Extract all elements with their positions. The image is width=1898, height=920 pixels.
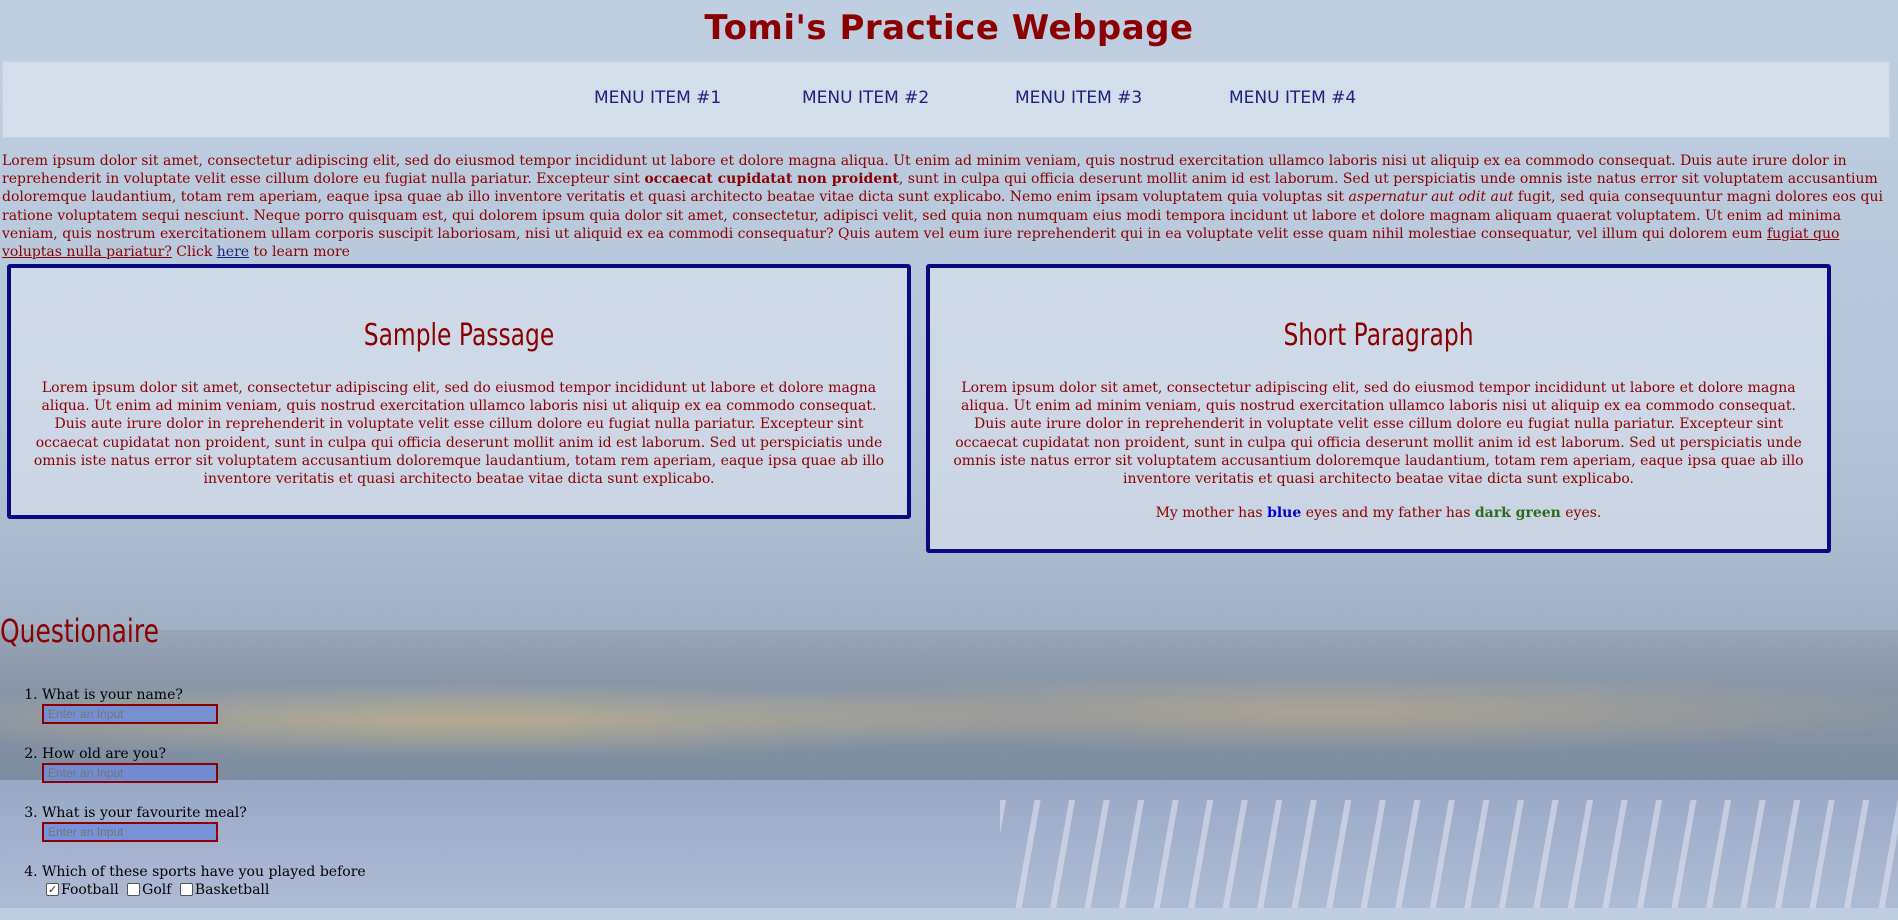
basketball-checkbox[interactable] [179,882,193,896]
basketball-label: Basketball [194,882,270,898]
eyes-mid: eyes and my father has [1301,505,1475,522]
age-input[interactable] [42,763,218,783]
question-label: What is your favourite meal? [42,805,247,821]
question-label: What is your name? [42,687,183,703]
intro-bold: occaecat cupidatat non proident [644,171,899,188]
main-menu: MENU ITEM #1 MENU ITEM #2 MENU ITEM #3 M… [2,61,1890,138]
sample-passage-text: Lorem ipsum dolor sit amet, consectetur … [33,380,885,488]
golf-checkbox[interactable] [127,882,141,896]
question-1: What is your name? [42,686,442,724]
intro-paragraph: Lorem ipsum dolor sit amet, consectetur … [2,152,1894,261]
sample-passage-title: Sample Passage [363,318,555,353]
football-checkbox[interactable] [46,881,59,899]
sample-passage-box: Sample Passage Lorem ipsum dolor sit ame… [7,264,911,519]
intro-tail: to learn more [249,244,350,261]
question-2: How old are you? [42,745,442,783]
sports-options: Football Golf Basketball [42,881,442,899]
eyes-green: dark green [1474,505,1561,522]
questionnaire-title: Questionaire [0,612,159,650]
question-3: What is your favourite meal? [42,804,442,842]
eye-colors-sentence: My mother has blue eyes and my father ha… [944,504,1813,522]
short-paragraph-box: Short Paragraph Lorem ipsum dolor sit am… [926,264,1831,553]
question-4: Which of these sports have you played be… [42,863,442,899]
learn-more-link[interactable]: here [217,244,249,260]
name-input[interactable] [42,704,218,724]
question-label: Which of these sports have you played be… [42,864,366,880]
intro-click-text: Click [171,244,217,261]
questionnaire-list: What is your name? How old are you? What… [0,686,442,920]
eyes-pre: My mother has [1155,505,1268,522]
menu-item-1[interactable]: MENU ITEM #1 [594,88,721,108]
question-label: How old are you? [42,746,167,762]
menu-item-4[interactable]: MENU ITEM #4 [1229,88,1356,108]
menu-item-3[interactable]: MENU ITEM #3 [1015,88,1142,108]
meal-input[interactable] [42,822,218,842]
football-label: Football [61,882,119,898]
short-paragraph-text: Lorem ipsum dolor sit amet, consectetur … [953,380,1804,488]
site-title: Tomi's Practice Webpage [704,8,1194,48]
background-pier [1000,800,1898,908]
intro-italic: aspernatur aut odit aut [1348,189,1514,206]
eyes-blue: blue [1267,505,1302,522]
eyes-post: eyes. [1560,505,1602,522]
short-paragraph-title: Short Paragraph [1283,318,1474,353]
menu-item-2[interactable]: MENU ITEM #2 [802,88,929,108]
golf-label: Golf [142,882,172,898]
